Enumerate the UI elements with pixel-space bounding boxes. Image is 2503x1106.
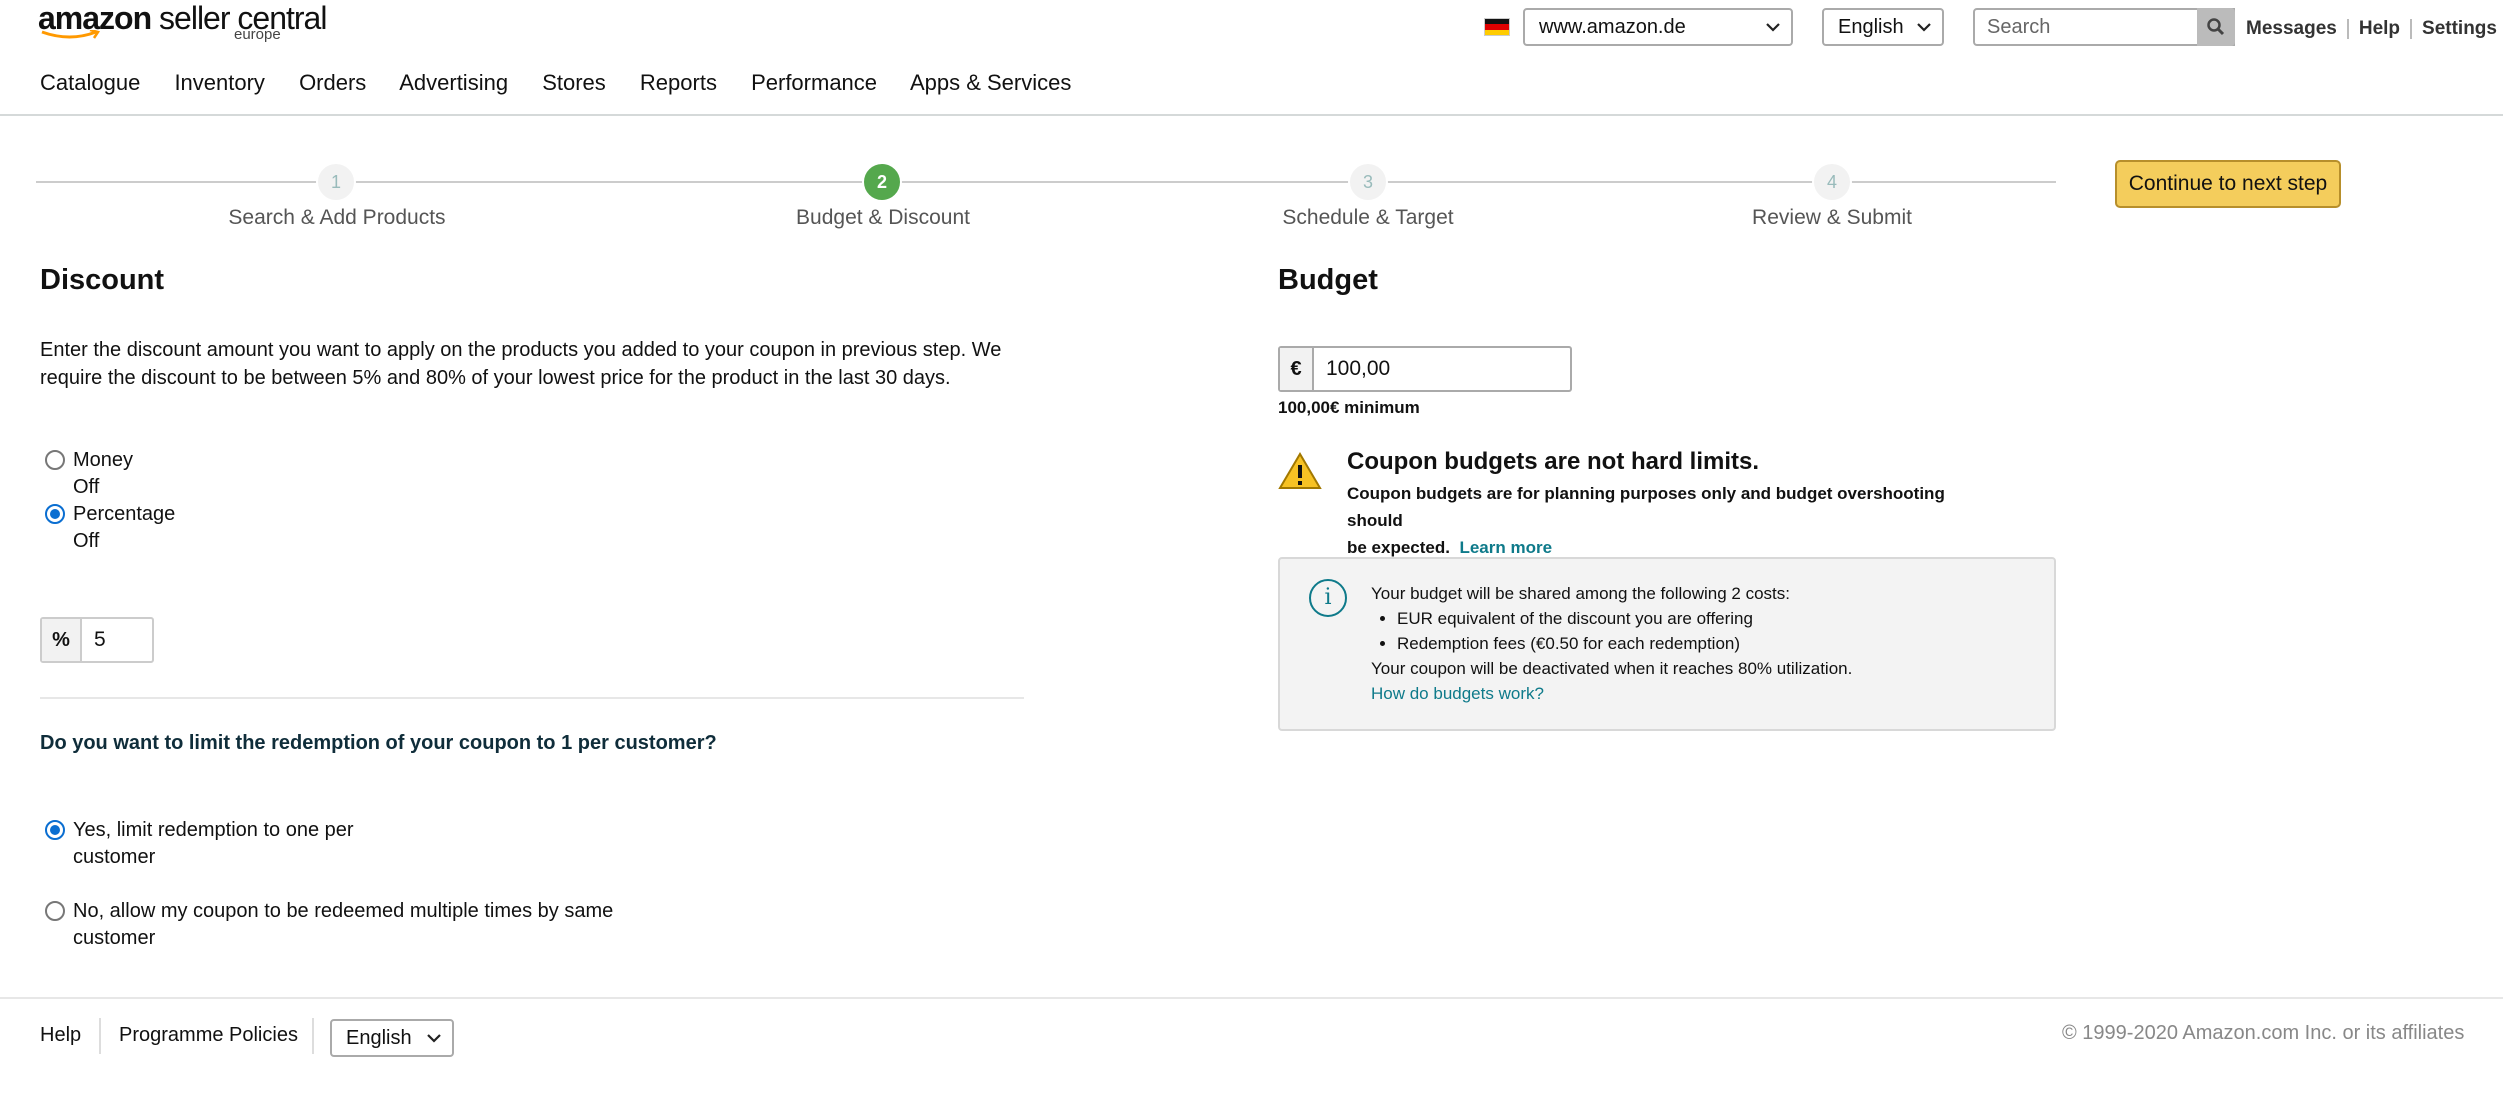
amazon-smile-icon (41, 30, 101, 39)
budget-value: 100,00 (1326, 357, 1391, 380)
language-select[interactable]: English (1822, 8, 1944, 46)
learn-more-link[interactable]: Learn more (1459, 538, 1552, 557)
option-line: Percentage (73, 503, 176, 525)
percentage-input[interactable]: % 5 (40, 617, 154, 663)
separator (2346, 18, 2349, 39)
nav-orders[interactable]: Orders (299, 70, 366, 95)
budget-title: Budget (1278, 264, 1378, 296)
info-intro: Your budget will be shared among the fol… (1371, 584, 1790, 603)
info-icon: i (1309, 579, 1347, 617)
nav-inventory[interactable]: Inventory (174, 70, 265, 95)
budget-info-box: i Your budget will be shared among the f… (1278, 557, 2056, 731)
budget-info-text: Your budget will be shared among the fol… (1371, 581, 1852, 706)
footer-policies-link[interactable]: Programme Policies (119, 1024, 298, 1047)
footer-language-value: English (346, 1027, 412, 1049)
info-outro: Your coupon will be deactivated when it … (1371, 659, 1853, 678)
budget-minimum: 100,00€ minimum (1278, 398, 1420, 417)
step-1-label: Search & Add Products (228, 206, 446, 229)
chevron-down-icon (427, 1034, 441, 1043)
percentage-off-radio[interactable] (45, 504, 65, 524)
nav-advertising[interactable]: Advertising (399, 70, 508, 95)
discount-title: Discount (40, 264, 165, 296)
nav-performance[interactable]: Performance (751, 70, 877, 95)
limit-redemption-question: Do you want to limit the redemption of y… (40, 732, 717, 754)
marketplace-value: www.amazon.de (1539, 16, 1686, 38)
limit-yes-radio[interactable] (45, 820, 65, 840)
option-line: Off (73, 530, 100, 552)
separator (2410, 18, 2413, 39)
nav-reports[interactable]: Reports (640, 70, 717, 95)
nav-catalogue[interactable]: Catalogue (40, 70, 140, 95)
option-line: customer (73, 846, 156, 868)
header-links: Messages Help Settings (2246, 18, 2497, 40)
limit-yes-label: Yes, limit redemption to one per customer (73, 817, 354, 871)
search-icon (2207, 18, 2225, 36)
logo-region: europe (234, 26, 281, 43)
separator (312, 1018, 314, 1054)
euro-symbol: € (1280, 348, 1314, 390)
language-value: English (1838, 16, 1904, 38)
warning-line: Coupon budgets are for planning purposes… (1347, 484, 1945, 530)
separator (99, 1018, 101, 1054)
list-item: EUR equivalent of the discount you are o… (1397, 606, 1852, 631)
option-line: No, allow my coupon to be redeemed multi… (73, 900, 614, 922)
step-1-dot: 1 (316, 162, 356, 202)
footer-help-link[interactable]: Help (40, 1024, 81, 1047)
limit-no-radio[interactable] (45, 901, 65, 921)
how-budgets-work-link[interactable]: How do budgets work? (1371, 681, 1852, 706)
money-off-label: Money Off (73, 447, 133, 501)
option-line: Money (73, 449, 134, 471)
info-list: EUR equivalent of the discount you are o… (1397, 606, 1852, 656)
warning-line: be expected. (1347, 538, 1450, 557)
search-input[interactable]: Search (1973, 8, 2235, 46)
nav-stores[interactable]: Stores (542, 70, 606, 95)
step-3-label: Schedule & Target (1282, 206, 1454, 229)
main-nav: Catalogue Inventory Orders Advertising S… (40, 70, 1099, 96)
limit-no-label: No, allow my coupon to be redeemed multi… (73, 898, 613, 952)
continue-button[interactable]: Continue to next step (2115, 160, 2341, 208)
warning-title: Coupon budgets are not hard limits. (1347, 448, 1760, 475)
search-button[interactable] (2197, 8, 2235, 46)
nav-apps-services[interactable]: Apps & Services (910, 70, 1071, 95)
messages-link[interactable]: Messages (2246, 18, 2337, 39)
percent-value: 5 (94, 628, 106, 651)
help-link[interactable]: Help (2359, 18, 2400, 39)
chevron-down-icon (1766, 23, 1780, 32)
money-off-radio[interactable] (45, 450, 65, 470)
warning-icon (1278, 452, 1322, 489)
percent-symbol: % (42, 619, 82, 661)
discount-description: Enter the discount amount you want to ap… (40, 339, 1002, 389)
marketplace-select[interactable]: www.amazon.de (1523, 8, 1793, 46)
warning-text: Coupon budgets are for planning purposes… (1347, 480, 1987, 561)
settings-link[interactable]: Settings (2422, 18, 2497, 39)
step-3-dot: 3 (1348, 162, 1388, 202)
top-header: amazon seller central europe www.amazon.… (0, 0, 2503, 116)
germany-flag-icon (1484, 18, 1510, 36)
option-line: Off (73, 476, 100, 498)
step-2-label: Budget & Discount (796, 206, 970, 229)
copyright: © 1999-2020 Amazon.com Inc. or its affil… (2062, 1022, 2465, 1044)
footer-language-select[interactable]: English (330, 1019, 454, 1057)
step-4-dot: 4 (1812, 162, 1852, 202)
step-4-label: Review & Submit (1752, 206, 1912, 229)
budget-input[interactable]: € 100,00 (1278, 346, 1572, 392)
list-item: Redemption fees (€0.50 for each redempti… (1397, 631, 1852, 656)
divider (40, 697, 1024, 699)
step-2-dot: 2 (862, 162, 902, 202)
option-line: customer (73, 927, 156, 949)
percentage-off-label: Percentage Off (73, 501, 175, 555)
option-line: Yes, limit redemption to one per (73, 819, 354, 841)
amazon-seller-central-logo[interactable]: amazon seller central europe (38, 0, 327, 46)
chevron-down-icon (1917, 23, 1931, 32)
